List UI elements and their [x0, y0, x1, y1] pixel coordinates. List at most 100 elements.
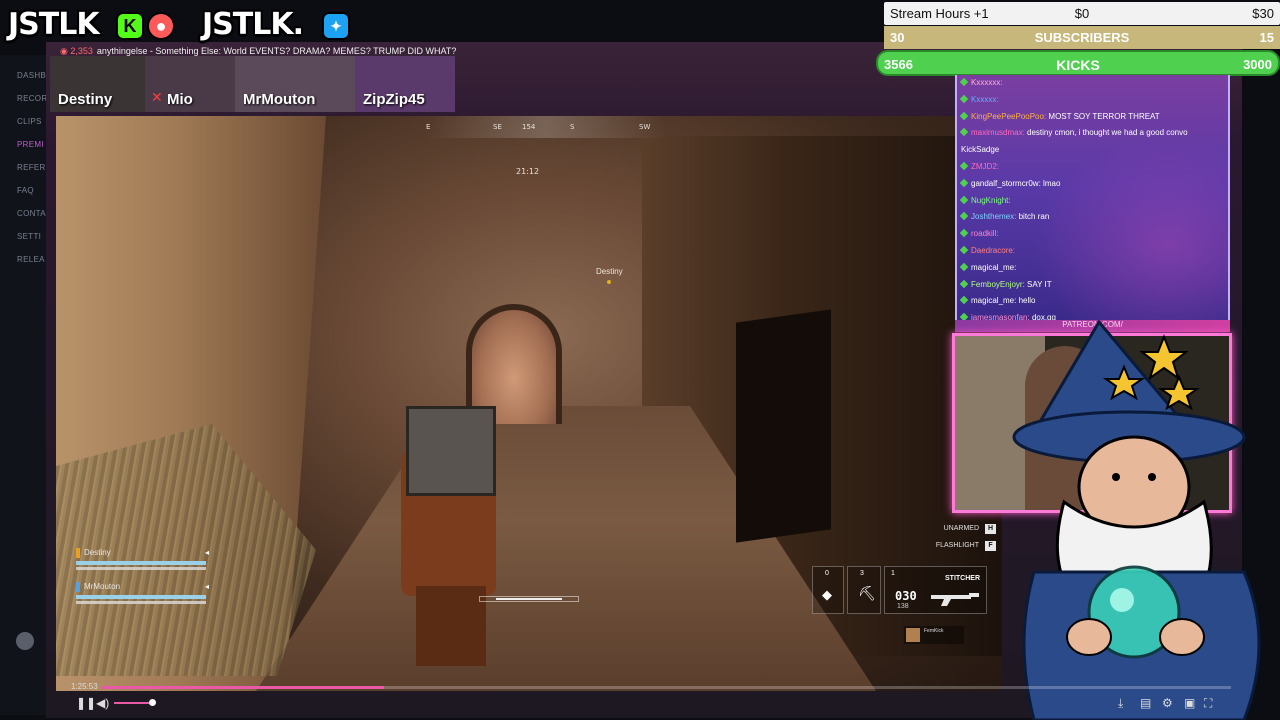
chat-text: KickSadge — [961, 145, 1000, 155]
chat-message: FemboyEnjoyr: SAY IT — [957, 277, 1228, 294]
sidebar-item-referrals[interactable]: REFER — [17, 163, 46, 172]
volume-knob[interactable] — [149, 699, 156, 706]
chat-text: hello — [1018, 296, 1036, 306]
chat-badge-icon — [959, 178, 969, 188]
weapon-slot: 0 ◆ — [812, 566, 844, 614]
goal-stream-hours: Stream Hours +1 $0 $30 — [884, 2, 1280, 25]
goal-target: 3000 — [1243, 57, 1272, 72]
goal-label: SUBSCRIBERS — [1034, 30, 1130, 45]
compass-heading: 154 — [522, 123, 536, 131]
volume-slider[interactable] — [114, 702, 152, 704]
control-hint-label: UNARMED — [943, 525, 979, 532]
chat-badge-icon — [959, 212, 969, 221]
marker-label: Destiny — [596, 267, 623, 276]
chat-message: ZMJD2: — [957, 159, 1228, 176]
game-scene: E SE 154 S SW 21:12 Destiny Destiny ◂ Mr… — [56, 116, 1002, 691]
goal-bars: Stream Hours +1 $0 $30 30 SUBSCRIBERS 15… — [876, 2, 1280, 77]
cam-tile: Destiny — [50, 56, 145, 112]
compass-s: S — [570, 123, 575, 131]
streamer-cams-row: Destiny ✕ Mio MrMouton ZipZip45 — [50, 56, 455, 112]
compass-sw: SW — [639, 123, 651, 131]
cam-tile: ZipZip45 — [355, 56, 455, 112]
fullscreen-icon[interactable]: ⛶ — [1204, 696, 1212, 711]
weapon-slot-count: 1 — [891, 570, 895, 577]
sidebar-item-contact[interactable]: CONTA — [17, 209, 46, 218]
chat-username[interactable]: roadkill: — [971, 229, 999, 238]
chat-username[interactable]: KingPeePeePooPoo: — [971, 112, 1046, 121]
control-hint-label: FLASHLIGHT — [935, 542, 979, 549]
hud-compass: E SE 154 S SW — [426, 116, 666, 138]
kick-icon: K — [116, 12, 144, 40]
sidebar-item-recordings[interactable]: RECOR — [17, 94, 47, 103]
clip-icon[interactable]: ▤ — [1140, 696, 1151, 710]
hud-squad-panel: Destiny ◂ MrMouton ◂ — [76, 548, 211, 616]
volume-icon[interactable]: ◀) — [96, 696, 109, 710]
game-doorway — [736, 309, 831, 543]
chat-username[interactable]: Kxxxxxx: — [971, 78, 1003, 87]
chat-badge-icon — [959, 128, 969, 137]
hud-control-hints: UNARMED H FLASHLIGHT F — [916, 524, 996, 558]
chat-text: lmao — [1043, 178, 1061, 188]
chat-username[interactable]: Kxxxxx: — [971, 95, 999, 104]
weapon-slot-count: 0 — [825, 570, 829, 577]
chat-badge-icon — [959, 245, 969, 255]
chat-message: magical_me: hello — [957, 293, 1228, 310]
chat-badge-icon — [959, 228, 969, 238]
chat-overlay: Kxxxxxx: Kxxxxx: KingPeePeePooPoo: MOST … — [955, 75, 1230, 320]
chat-message: Daedracore: — [957, 243, 1228, 260]
sidebar-item-dashboard[interactable]: DASHB — [17, 71, 46, 80]
settings-icon[interactable]: ⚙ — [1162, 696, 1173, 710]
sidebar-item-releases[interactable]: RELEA — [17, 255, 45, 264]
cam-tile: MrMouton — [235, 56, 355, 112]
chat-badge-icon — [959, 94, 969, 104]
chat-message: Kxxxxxx: — [957, 75, 1228, 92]
chat-badge-icon — [959, 312, 969, 320]
stream-ticker: ◉ 2,353 anythingelse - Something Else: Wo… — [60, 46, 456, 60]
sidebar-item-faq[interactable]: FAQ — [17, 186, 34, 195]
hud-teammate-marker: Destiny — [596, 267, 623, 284]
chat-username[interactable]: Joshthemex: — [971, 212, 1016, 221]
pip-icon[interactable]: ▣ — [1184, 696, 1195, 710]
chat-username[interactable]: Daedracore: — [971, 246, 1015, 255]
rifle-icon — [931, 593, 979, 606]
site-sidebar: DASHB RECOR CLIPS PREMI REFER FAQ CONTA … — [0, 55, 50, 715]
notification-thumbnail — [906, 628, 920, 642]
avatar[interactable] — [16, 632, 34, 650]
squad-tag — [76, 582, 80, 592]
control-hint: FLASHLIGHT F — [916, 541, 996, 558]
weapon-reserve: 138 — [897, 603, 909, 610]
goal-target: $30 — [1252, 6, 1274, 21]
goal-label: KICKS — [1056, 57, 1100, 73]
marker-dot — [607, 280, 612, 284]
squad-member-name: Destiny — [84, 548, 111, 557]
seek-bar[interactable] — [101, 686, 1231, 689]
chat-badge-icon — [959, 195, 969, 204]
chat-username[interactable]: gandalf_stormcr0w: — [971, 179, 1041, 188]
goal-target: 15 — [1259, 30, 1274, 45]
sidebar-user — [0, 628, 50, 668]
chat-message: Joshthemex: bitch ran — [957, 209, 1228, 226]
weapon-slot: 3 ⛏ — [847, 566, 881, 614]
squad-member-name: MrMouton — [84, 582, 121, 591]
chat-username[interactable]: magical_me: — [971, 296, 1016, 305]
channel-logo-secondary: JSTLK. — [202, 7, 304, 42]
control-hint: UNARMED H — [916, 524, 996, 541]
weapon-slot-primary: 1 STITCHER 030 138 — [884, 566, 987, 614]
chat-username[interactable]: NugKnight: — [971, 196, 1011, 205]
chat-message: Kxxxxx: — [957, 92, 1228, 109]
weapon-ammo: 030 — [895, 589, 917, 603]
sidebar-item-settings[interactable]: SETTI — [17, 232, 41, 241]
chat-username[interactable]: magical_me: — [971, 263, 1016, 272]
chat-username[interactable]: ZMJD2: — [971, 162, 999, 171]
chat-message: roadkill: — [957, 226, 1228, 243]
pause-icon[interactable]: ❚❚ — [76, 696, 96, 710]
chat-username[interactable]: maximusdmax: — [971, 128, 1025, 137]
download-icon[interactable]: ⤓ — [1118, 696, 1123, 711]
sidebar-item-premium[interactable]: PREMI — [17, 140, 44, 149]
hud-notification: FemKick — [904, 626, 964, 644]
chat-username[interactable]: FemboyEnjoyr: — [971, 280, 1025, 289]
chat-message: KingPeePeePooPoo: MOST SOY TERROR THREAT — [957, 109, 1228, 126]
chat-message: gandalf_stormcr0w: lmao — [957, 176, 1228, 193]
wizard-mascot — [1012, 319, 1261, 720]
sidebar-item-clips[interactable]: CLIPS — [17, 117, 42, 126]
